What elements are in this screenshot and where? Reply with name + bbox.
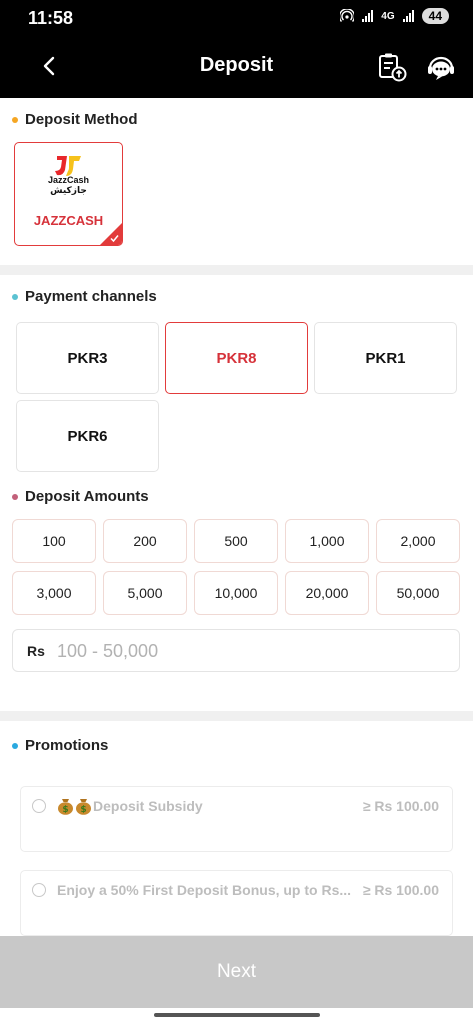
channel-pkr3[interactable]: PKR3 <box>16 322 159 394</box>
svg-text:$: $ <box>80 805 86 815</box>
promotions-label: Promotions <box>25 737 109 754</box>
section-dot <box>12 742 18 749</box>
amount-option[interactable]: 5,000 <box>103 571 187 615</box>
money-bag-icon: $ <box>58 799 73 815</box>
section-divider <box>0 711 473 721</box>
jazzcash-logo-icon <box>55 156 81 176</box>
svg-text:$: $ <box>62 805 68 815</box>
deposit-method-title: Deposit Method <box>12 111 138 128</box>
hotspot-icon <box>340 9 355 22</box>
amount-option[interactable]: 200 <box>103 519 187 563</box>
promotion-text: Deposit Subsidy <box>93 798 203 814</box>
section-dot <box>12 493 18 500</box>
promotion-minimum: ≥ Rs 100.00 <box>362 798 439 814</box>
amount-option[interactable]: 3,000 <box>12 571 96 615</box>
network-type: 4G <box>381 10 395 22</box>
gesture-nav-area <box>0 1008 473 1024</box>
amount-option[interactable]: 10,000 <box>194 571 278 615</box>
promotions-title: Promotions <box>12 737 108 754</box>
status-icons: 4G 44 <box>340 8 449 24</box>
promotion-radio[interactable] <box>32 799 46 813</box>
section-dot <box>12 116 18 123</box>
promotion-item-first-deposit[interactable]: Enjoy a 50% First Deposit Bonus, up to R… <box>20 870 453 936</box>
customer-service-icon[interactable] <box>426 54 456 82</box>
amount-option[interactable]: 500 <box>194 519 278 563</box>
signal-icon <box>362 10 374 22</box>
promotion-minimum: ≥ Rs 100.00 <box>362 882 439 898</box>
status-bar: 11:58 4G 44 <box>0 0 473 34</box>
money-bag-icon: $ <box>76 799 91 815</box>
amount-option[interactable]: 100 <box>12 519 96 563</box>
deposit-amounts-label: Deposit Amounts <box>25 488 149 505</box>
promotion-text: Enjoy a 50% First Deposit Bonus, up to R… <box>57 882 352 898</box>
promotion-radio[interactable] <box>32 883 46 897</box>
jazzcash-method-card[interactable]: JazzCash جازکیش JAZZCASH <box>14 142 123 246</box>
amount-option[interactable]: 2,000 <box>376 519 460 563</box>
status-time: 11:58 <box>28 8 74 28</box>
amount-option[interactable]: 50,000 <box>376 571 460 615</box>
section-divider <box>0 265 473 275</box>
amount-option[interactable]: 20,000 <box>285 571 369 615</box>
checkmark-icon <box>110 235 119 243</box>
deposit-method-label: Deposit Method <box>25 111 138 128</box>
battery-indicator: 44 <box>421 8 449 24</box>
amount-option[interactable]: 1,000 <box>285 519 369 563</box>
deposit-record-icon[interactable] <box>376 52 408 82</box>
next-button[interactable]: Next <box>0 936 473 1008</box>
amount-input-box: Rs <box>12 629 460 672</box>
channel-pkr8[interactable]: PKR8 <box>165 322 308 394</box>
gesture-nav-handle[interactable] <box>154 1013 320 1017</box>
payment-channels-label: Payment channels <box>25 288 157 305</box>
payment-channels-title: Payment channels <box>12 288 157 305</box>
currency-label: Rs <box>27 643 45 659</box>
promotion-item-subsidy[interactable]: $ $ Deposit Subsidy ≥ Rs 100.00 <box>20 786 453 852</box>
top-header: Deposit <box>0 34 473 98</box>
jazzcash-logo-text-urdu: جازکیش <box>50 185 87 195</box>
promotion-icons: $ $ <box>57 796 92 815</box>
section-dot <box>12 293 18 300</box>
deposit-amounts-title: Deposit Amounts <box>12 488 149 505</box>
channel-pkr1[interactable]: PKR1 <box>314 322 457 394</box>
channel-pkr6[interactable]: PKR6 <box>16 400 159 472</box>
signal-icon-2 <box>402 10 414 22</box>
amount-input[interactable] <box>57 636 447 666</box>
jazzcash-logo-text: JazzCash <box>47 175 90 185</box>
